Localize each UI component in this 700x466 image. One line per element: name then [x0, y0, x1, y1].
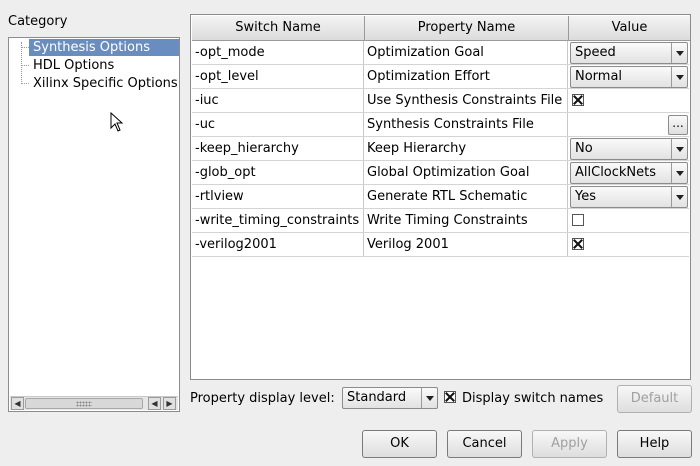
switch-name-cell: -verilog2001 — [192, 233, 364, 256]
tree-connector — [21, 65, 29, 66]
switch-name-cell: -glob_opt — [192, 161, 364, 184]
property-name-cell: Optimization Effort — [364, 65, 568, 88]
column-header-value[interactable]: Value — [569, 16, 690, 41]
dropdown-arrow-icon[interactable] — [671, 139, 687, 159]
dropdown-value: AllClockNets — [575, 165, 657, 180]
table-row[interactable]: -opt_level Optimization Effort Normal — [192, 65, 689, 89]
property-name-cell: Optimization Goal — [364, 41, 568, 64]
display-switch-names-checkbox[interactable] — [444, 391, 456, 403]
table-row[interactable]: -uc Synthesis Constraints File ... — [192, 113, 689, 137]
table-row[interactable]: -write_timing_constraints Write Timing C… — [192, 209, 689, 233]
value-checkbox[interactable] — [572, 94, 584, 106]
switch-name-cell: -rtlview — [192, 185, 364, 208]
category-label: Category — [8, 14, 68, 29]
dropdown-arrow-icon[interactable] — [671, 67, 687, 87]
value-dropdown[interactable]: AllClockNets — [570, 162, 688, 184]
table-row[interactable]: -opt_mode Optimization Goal Speed — [192, 41, 689, 65]
scroll-right-icon[interactable]: ▶ — [163, 397, 176, 410]
table-row[interactable]: -verilog2001 Verilog 2001 — [192, 233, 689, 257]
display-switch-names-label[interactable]: Display switch names — [462, 390, 603, 408]
help-button[interactable]: Help — [617, 430, 692, 458]
switch-name-cell: -iuc — [192, 89, 364, 112]
switch-name-cell: -write_timing_constraints — [192, 209, 364, 232]
scroll-left-icon[interactable]: ◀ — [148, 397, 161, 410]
scroll-left-icon[interactable]: ◀ — [11, 397, 24, 410]
property-display-level-label: Property display level: — [190, 391, 335, 406]
table-row[interactable]: -glob_opt Global Optimization Goal AllCl… — [192, 161, 689, 185]
column-header-property-name[interactable]: Property Name — [365, 16, 569, 41]
category-item-synthesis-options[interactable]: Synthesis Options — [29, 39, 179, 56]
switch-name-cell: -opt_mode — [192, 41, 364, 64]
property-name-cell: Verilog 2001 — [364, 233, 568, 256]
grip-icon — [76, 401, 92, 407]
default-button[interactable]: Default — [617, 385, 692, 413]
apply-button[interactable]: Apply — [532, 430, 607, 458]
browse-file-button[interactable]: ... — [668, 115, 688, 135]
switch-name-cell: -opt_level — [192, 65, 364, 88]
scroll-thumb[interactable] — [25, 398, 143, 409]
value-dropdown[interactable]: Normal — [570, 66, 688, 88]
dropdown-value: Standard — [347, 390, 407, 405]
category-tree[interactable]: Synthesis Options HDL Options Xilinx Spe… — [8, 37, 180, 412]
dropdown-value: Yes — [575, 189, 596, 204]
properties-table[interactable]: Switch Name Property Name Value -opt_mod… — [190, 14, 691, 380]
category-item-xilinx-specific-options[interactable]: Xilinx Specific Options — [33, 75, 178, 92]
table-row[interactable]: -iuc Use Synthesis Constraints File — [192, 89, 689, 113]
dropdown-value: No — [575, 141, 593, 156]
ok-button[interactable]: OK — [362, 430, 437, 458]
tree-connector — [21, 47, 29, 48]
property-display-level-dropdown[interactable]: Standard — [342, 387, 438, 409]
table-row[interactable]: -rtlview Generate RTL Schematic Yes — [192, 185, 689, 209]
dropdown-value: Speed — [575, 45, 616, 60]
dropdown-arrow-icon[interactable] — [671, 163, 687, 183]
switch-name-cell: -keep_hierarchy — [192, 137, 364, 160]
property-name-cell: Global Optimization Goal — [364, 161, 568, 184]
mouse-cursor-icon — [110, 112, 124, 132]
value-cell — [568, 209, 689, 232]
value-checkbox[interactable] — [572, 238, 584, 250]
tree-connector — [21, 83, 29, 84]
value-dropdown[interactable]: Speed — [570, 42, 688, 64]
tree-connector — [21, 42, 22, 84]
dropdown-arrow-icon[interactable] — [671, 43, 687, 63]
table-row[interactable]: -keep_hierarchy Keep Hierarchy No — [192, 137, 689, 161]
value-dropdown[interactable]: Yes — [570, 186, 688, 208]
property-name-cell: Use Synthesis Constraints File — [364, 89, 568, 112]
dropdown-arrow-icon[interactable] — [671, 187, 687, 207]
switch-name-cell: -uc — [192, 113, 364, 136]
column-header-switch-name[interactable]: Switch Name — [192, 16, 365, 41]
value-checkbox[interactable] — [572, 214, 584, 226]
property-name-cell: Synthesis Constraints File — [364, 113, 568, 136]
value-cell — [568, 233, 689, 256]
dropdown-arrow-icon[interactable] — [421, 388, 437, 408]
value-cell — [568, 89, 689, 112]
property-name-cell: Keep Hierarchy — [364, 137, 568, 160]
cancel-button[interactable]: Cancel — [447, 430, 522, 458]
dropdown-value: Normal — [575, 69, 623, 84]
value-dropdown[interactable]: No — [570, 138, 688, 160]
horizontal-scrollbar[interactable]: ◀ ◀ ▶ — [10, 396, 178, 410]
property-name-cell: Generate RTL Schematic — [364, 185, 568, 208]
category-item-hdl-options[interactable]: HDL Options — [33, 57, 114, 74]
property-name-cell: Write Timing Constraints — [364, 209, 568, 232]
